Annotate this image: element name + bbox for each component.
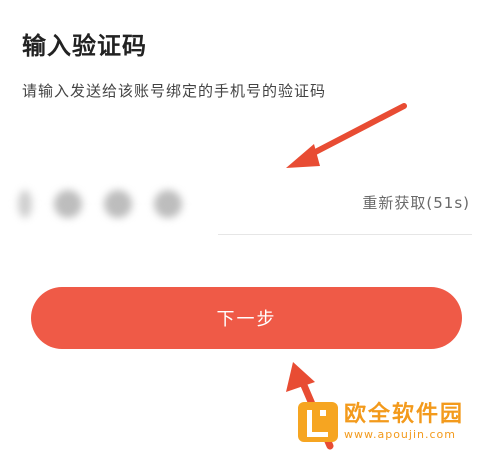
next-step-button[interactable]: 下一步	[31, 287, 462, 349]
code-input[interactable]	[18, 184, 182, 224]
verification-page: 输入验证码 请输入发送给该账号绑定的手机号的验证码 重新获取(51s) 下一步 …	[0, 0, 490, 450]
page-subtitle: 请输入发送给该账号绑定的手机号的验证码	[22, 82, 327, 100]
code-digit-4	[154, 190, 182, 218]
code-digit-2	[54, 190, 82, 218]
watermark: 欧全软件园 www.apoujin.com	[298, 398, 464, 446]
resend-code-button[interactable]: 重新获取(51s)	[362, 192, 470, 213]
page-title: 输入验证码	[22, 32, 147, 60]
code-input-row: 重新获取(51s)	[18, 178, 472, 236]
watermark-text: 欧全软件园 www.apoujin.com	[344, 402, 465, 441]
watermark-logo-icon	[298, 402, 338, 442]
watermark-name: 欧全软件园	[344, 402, 465, 427]
code-digit-1	[18, 190, 32, 218]
annotation-arrow-top	[286, 103, 407, 168]
code-digit-3	[104, 190, 132, 218]
code-input-underline	[218, 234, 472, 235]
watermark-url: www.apoujin.com	[344, 428, 456, 441]
